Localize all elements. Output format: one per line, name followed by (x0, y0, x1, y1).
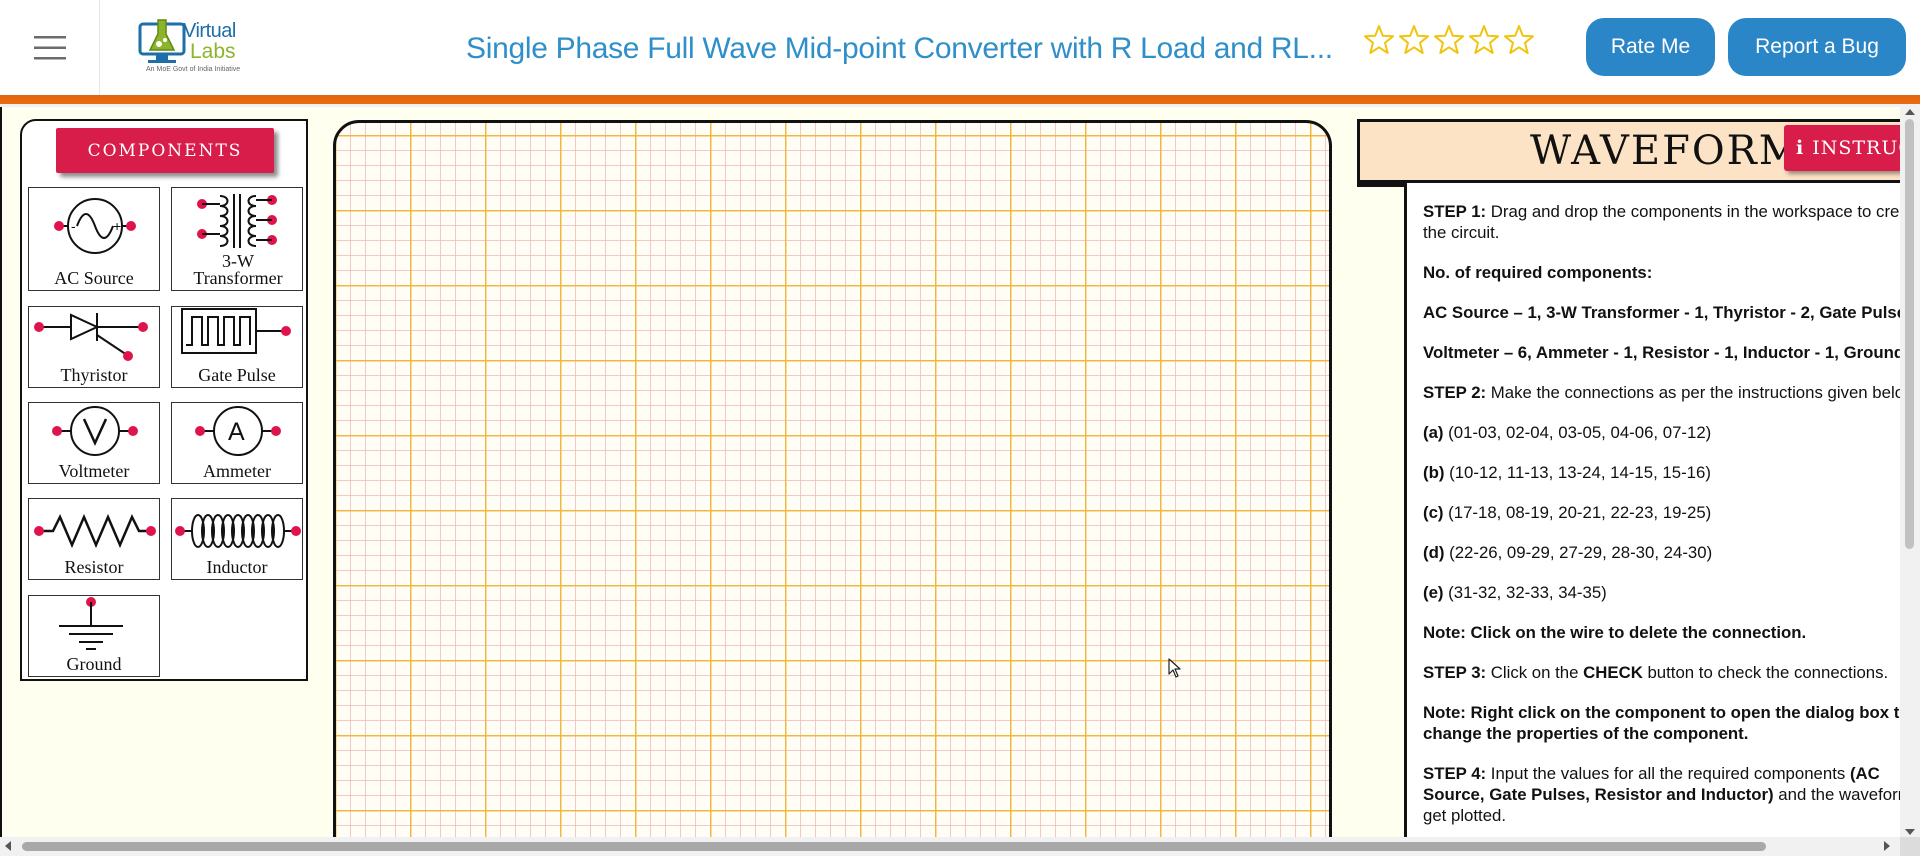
component-label: Resistor (64, 557, 124, 577)
scroll-left-arrow-icon[interactable] (5, 841, 11, 851)
simulation-area: COMPONENTS - + AC Source 3-W Transformer… (0, 107, 1900, 837)
info-icon: i (1796, 137, 1805, 159)
note-delete-wire: Note: Click on the wire to delete the co… (1423, 623, 1807, 642)
component-label: 3-W Transformer (193, 251, 283, 288)
virtual-labs-logo[interactable]: Virtual Labs An MoE Govt of India Initia… (134, 12, 254, 80)
component-transformer[interactable]: 3-W Transformer (171, 187, 303, 291)
header-divider (0, 95, 1920, 104)
logo-tagline: An MoE Govt of India Initiative (146, 66, 241, 73)
component-ground[interactable]: Ground (28, 595, 160, 677)
required-components-line-2: Voltmeter – 6, Ammeter - 1, Resistor - 1… (1423, 343, 1900, 362)
rating-stars[interactable] (1363, 24, 1535, 56)
component-label: Ammeter (203, 461, 271, 481)
report-bug-button[interactable]: Report a Bug (1728, 18, 1906, 76)
horizontal-scroll-thumb[interactable] (22, 842, 1766, 851)
components-panel: COMPONENTS - + AC Source 3-W Transformer… (20, 119, 308, 681)
connection-d: (d) (22-26, 09-29, 27-29, 28-30, 24-30) (1423, 543, 1713, 562)
instructions-panel: STEP 1: Drag and drop the components in … (1404, 183, 1900, 837)
component-inductor[interactable]: Inductor (171, 498, 303, 580)
thyristor-icon (34, 313, 148, 361)
required-components-line-1: AC Source – 1, 3-W Transformer - 1, Thyr… (1423, 303, 1900, 322)
gate-pulse-icon (181, 308, 291, 354)
mouse-cursor-icon (1168, 658, 1181, 678)
waveform-title: WAVEFORM (1530, 128, 1802, 174)
step-2: STEP 2: Make the connections as per the … (1423, 383, 1900, 402)
page-title: Single Phase Full Wave Mid-point Convert… (466, 32, 1333, 65)
star-icon[interactable] (1433, 24, 1465, 56)
star-icon[interactable] (1398, 24, 1430, 56)
components-header: COMPONENTS (56, 128, 274, 173)
component-resistor[interactable]: Resistor (28, 498, 160, 580)
connection-a: (a) (01-03, 02-04, 03-05, 04-06, 07-12) (1423, 423, 1712, 442)
horizontal-scrollbar[interactable] (0, 837, 1920, 856)
vertical-scroll-thumb[interactable] (1905, 119, 1914, 549)
connection-c: (c) (17-18, 08-19, 20-21, 22-23, 19-25) (1423, 503, 1712, 522)
flask-monitor-icon (138, 19, 186, 63)
scroll-up-arrow-icon[interactable] (1905, 109, 1915, 115)
required-components-heading: No. of required components: (1423, 263, 1653, 282)
component-label: AC Source (54, 268, 134, 288)
ground-icon (59, 597, 123, 650)
voltmeter-icon (52, 406, 138, 456)
connection-b: (b) (10-12, 11-13, 13-24, 14-15, 15-16) (1423, 463, 1711, 482)
step-4: STEP 4: Input the values for all the req… (1423, 764, 1900, 825)
star-icon[interactable] (1468, 24, 1500, 56)
rate-me-button[interactable]: Rate Me (1586, 18, 1715, 76)
component-label: Voltmeter (58, 461, 130, 481)
resistor-icon (34, 513, 156, 549)
scrollbar-corner (1900, 837, 1920, 856)
ac-source-icon: - + (54, 198, 136, 254)
svg-text:-: - (71, 218, 76, 234)
star-icon[interactable] (1363, 24, 1395, 56)
instructions-button[interactable]: i INSTRUCTIONS (1784, 125, 1900, 171)
step-1: STEP 1: Drag and drop the components in … (1423, 202, 1900, 242)
star-icon[interactable] (1503, 24, 1535, 56)
logo-text-labs: Labs (190, 40, 236, 63)
component-label: Thyristor (60, 365, 128, 385)
svg-text:A: A (228, 418, 245, 446)
instructions-button-label: INSTRUCTIONS (1812, 137, 1900, 159)
component-label: Gate Pulse (198, 365, 276, 385)
component-thyristor[interactable]: Thyristor (28, 306, 160, 388)
hamburger-icon (33, 35, 66, 59)
component-gate-pulse[interactable]: Gate Pulse (171, 306, 303, 388)
component-ammeter[interactable]: A Ammeter (171, 402, 303, 484)
top-header: Virtual Labs An MoE Govt of India Initia… (0, 0, 1920, 95)
svg-text:+: + (113, 218, 121, 234)
scroll-right-arrow-icon[interactable] (1884, 841, 1890, 851)
component-ac-source[interactable]: - + AC Source (28, 187, 160, 291)
component-label: Inductor (206, 557, 268, 577)
circuit-workspace[interactable] (333, 120, 1332, 837)
step-3: STEP 3: Click on the CHECK button to che… (1423, 663, 1889, 682)
connection-e: (e) (31-32, 32-33, 34-35) (1423, 583, 1607, 602)
component-label: Ground (66, 654, 122, 674)
component-voltmeter[interactable]: Voltmeter (28, 402, 160, 484)
transformer-icon (197, 194, 277, 248)
menu-button[interactable] (0, 0, 100, 95)
vertical-scrollbar[interactable] (1900, 107, 1920, 837)
ammeter-icon: A (195, 406, 281, 456)
inductor-icon (175, 514, 301, 548)
scroll-down-arrow-icon[interactable] (1905, 829, 1915, 835)
note-right-click: Note: Right click on the component to op… (1423, 703, 1900, 743)
